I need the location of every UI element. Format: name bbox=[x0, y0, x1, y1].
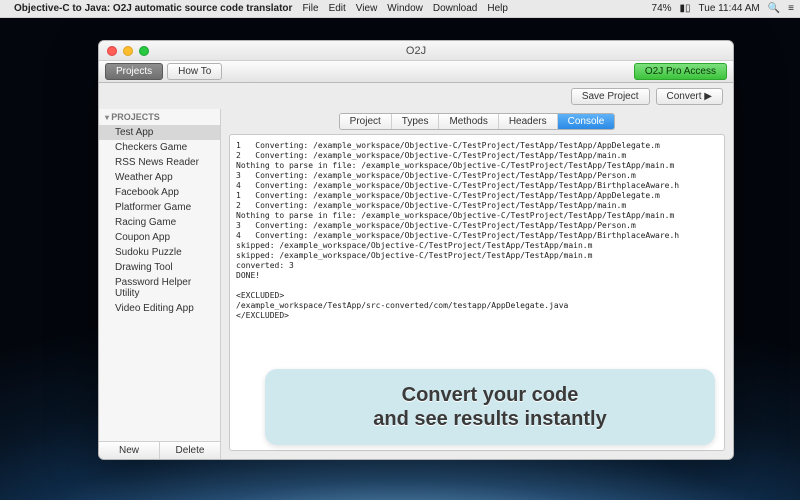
macos-menubar: Objective-C to Java: O2J automatic sourc… bbox=[0, 0, 800, 18]
sidebar-item[interactable]: Test App bbox=[99, 125, 220, 140]
spotlight-icon[interactable]: 🔍 bbox=[768, 3, 780, 14]
sidebar-item[interactable]: Checkers Game bbox=[99, 140, 220, 155]
toolbar: Projects How To O2J Pro Access bbox=[99, 61, 733, 83]
convert-button[interactable]: Convert ▶ bbox=[656, 88, 723, 105]
view-segmented-control: Project Types Methods Headers Console bbox=[339, 113, 616, 130]
save-project-button[interactable]: Save Project bbox=[571, 88, 650, 105]
sidebar-item[interactable]: RSS News Reader bbox=[99, 155, 220, 170]
battery-status[interactable]: 74% bbox=[652, 3, 672, 14]
battery-icon[interactable]: ▮▯ bbox=[680, 3, 691, 14]
sidebar-item[interactable]: Video Editing App bbox=[99, 301, 220, 316]
seg-console[interactable]: Console bbox=[558, 114, 615, 129]
menu-window[interactable]: Window bbox=[387, 3, 423, 14]
main-panel: Project Types Methods Headers Console 1 … bbox=[221, 109, 733, 459]
sidebar-item[interactable]: Drawing Tool bbox=[99, 260, 220, 275]
sidebar-item[interactable]: Racing Game bbox=[99, 215, 220, 230]
sidebar: PROJECTS Test App Checkers Game RSS News… bbox=[99, 109, 221, 459]
sidebar-item[interactable]: Password Helper Utility bbox=[99, 275, 220, 301]
pro-access-button[interactable]: O2J Pro Access bbox=[634, 63, 727, 80]
sidebar-item[interactable]: Coupon App bbox=[99, 230, 220, 245]
sidebar-item[interactable]: Weather App bbox=[99, 170, 220, 185]
delete-project-button[interactable]: Delete bbox=[160, 442, 220, 459]
clock[interactable]: Tue 11:44 AM bbox=[699, 3, 760, 14]
seg-types[interactable]: Types bbox=[392, 114, 440, 129]
sidebar-item[interactable]: Platformer Game bbox=[99, 200, 220, 215]
seg-methods[interactable]: Methods bbox=[439, 114, 498, 129]
sidebar-header[interactable]: PROJECTS bbox=[99, 109, 220, 125]
new-project-button[interactable]: New bbox=[99, 442, 160, 459]
tab-howto[interactable]: How To bbox=[167, 63, 222, 80]
seg-project[interactable]: Project bbox=[340, 114, 392, 129]
menu-file[interactable]: File bbox=[302, 3, 318, 14]
sub-toolbar: Save Project Convert ▶ bbox=[99, 83, 733, 109]
seg-headers[interactable]: Headers bbox=[499, 114, 558, 129]
promo-callout: Convert your code and see results instan… bbox=[265, 369, 715, 445]
app-window: O2J Projects How To O2J Pro Access Save … bbox=[98, 40, 734, 460]
menu-view[interactable]: View bbox=[356, 3, 378, 14]
tab-projects[interactable]: Projects bbox=[105, 63, 163, 80]
menu-help[interactable]: Help bbox=[487, 3, 508, 14]
sidebar-item[interactable]: Sudoku Puzzle bbox=[99, 245, 220, 260]
menu-edit[interactable]: Edit bbox=[329, 3, 346, 14]
app-menu-title[interactable]: Objective-C to Java: O2J automatic sourc… bbox=[14, 3, 292, 14]
menu-download[interactable]: Download bbox=[433, 3, 477, 14]
sidebar-item[interactable]: Facebook App bbox=[99, 185, 220, 200]
window-titlebar[interactable]: O2J bbox=[99, 41, 733, 61]
window-title: O2J bbox=[99, 45, 733, 57]
menu-extra-icon[interactable]: ≡ bbox=[788, 3, 794, 14]
callout-line1: Convert your code bbox=[402, 384, 579, 406]
callout-line2: and see results instantly bbox=[373, 408, 606, 430]
